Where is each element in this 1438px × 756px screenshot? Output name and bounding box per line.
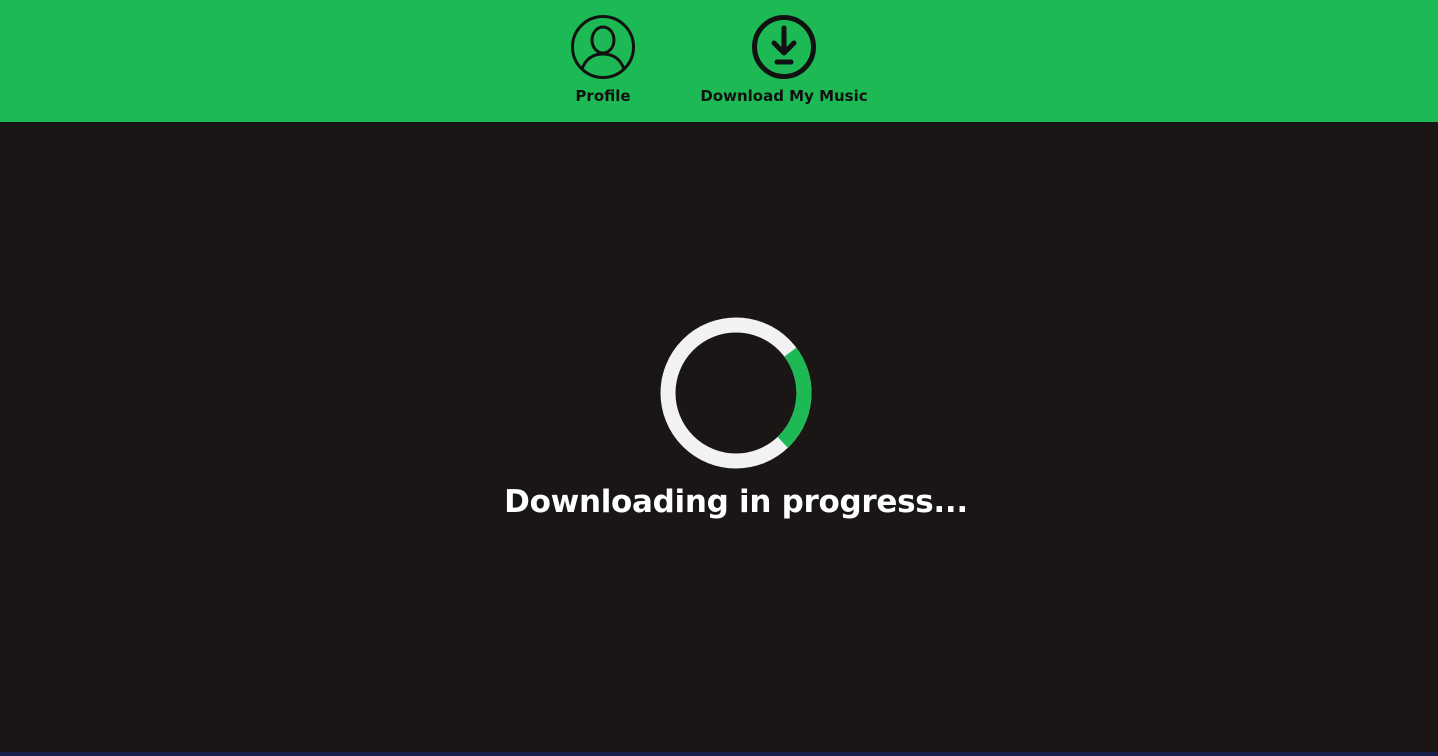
spinner-arc	[777, 347, 812, 448]
nav-download-my-music[interactable]: Download My Music	[684, 14, 884, 105]
download-status-text: Downloading in progress...	[504, 484, 968, 520]
user-profile-icon	[571, 15, 635, 79]
nav-profile-label: Profile	[575, 87, 631, 105]
status-container: Downloading in progress...	[0, 484, 1438, 520]
bottom-strip	[0, 752, 1438, 756]
main-content: Downloading in progress...	[0, 122, 1438, 752]
top-nav-bar: Profile Download My Music	[0, 0, 1438, 122]
loading-spinner	[660, 317, 812, 469]
nav-profile[interactable]: Profile	[553, 14, 653, 105]
download-circle-icon	[752, 15, 816, 79]
nav-download-label: Download My Music	[700, 87, 868, 105]
